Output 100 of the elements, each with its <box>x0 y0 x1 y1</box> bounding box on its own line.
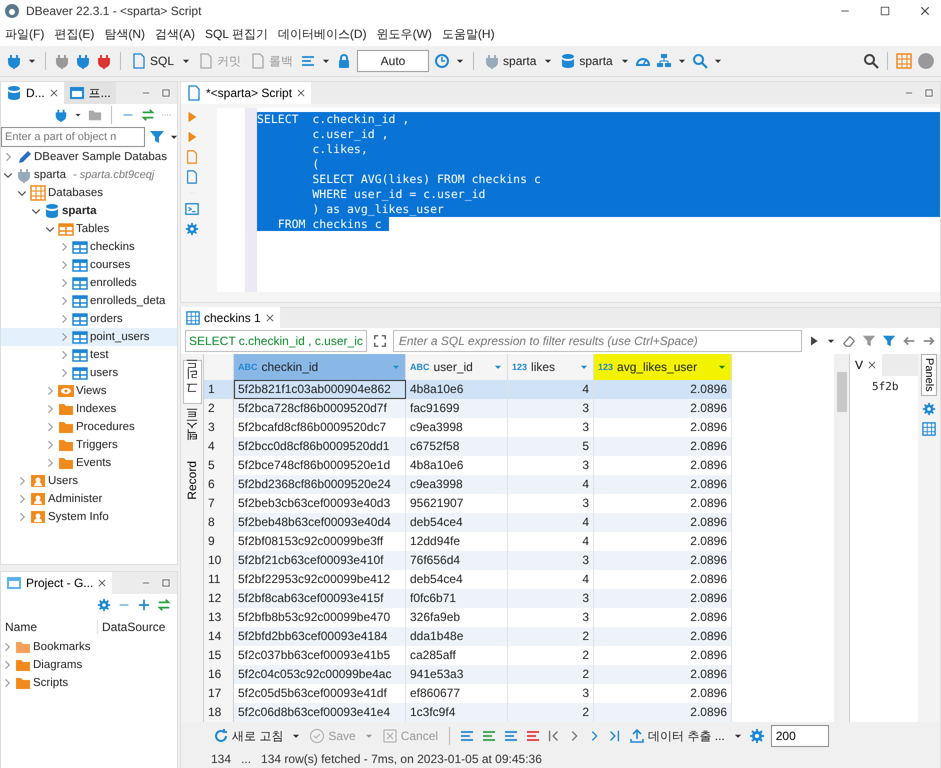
filter-icon[interactable] <box>862 334 876 348</box>
column-header[interactable]: 123 likes <box>508 354 594 380</box>
link-icon[interactable] <box>141 108 155 122</box>
tree-item[interactable]: Databases <box>1 184 177 202</box>
close-icon[interactable] <box>919 5 931 17</box>
tree-item[interactable]: courses <box>1 256 177 274</box>
delete-row-icon[interactable] <box>525 728 542 744</box>
tree-item[interactable]: Indexes <box>1 400 177 418</box>
history-icon[interactable] <box>434 53 450 69</box>
column-header[interactable]: ABC user_id <box>406 354 508 380</box>
tree-item[interactable]: checkins <box>1 238 177 256</box>
folder-add-icon[interactable] <box>88 108 102 122</box>
panels-tab[interactable]: Panels <box>921 354 937 396</box>
terminal-icon[interactable] <box>185 202 199 216</box>
schema-selector[interactable]: sparta <box>558 53 615 69</box>
format-icon[interactable] <box>300 53 316 69</box>
close-icon[interactable] <box>48 88 59 98</box>
view-tab[interactable]: Record <box>185 458 199 503</box>
settings-icon[interactable] <box>922 402 936 416</box>
tree-item[interactable]: Triggers <box>1 436 177 454</box>
object-filter-field[interactable]: Enter a part of object n <box>1 127 145 147</box>
project-tab[interactable]: Project - G... <box>1 572 112 594</box>
tree-item[interactable]: Bookmarks <box>1 638 177 656</box>
menu-item[interactable]: 검색(A) <box>150 26 200 42</box>
search-icon[interactable] <box>863 53 879 69</box>
script-run-icon[interactable] <box>185 150 199 164</box>
scrollbar[interactable] <box>834 354 849 722</box>
plug-add-icon[interactable] <box>6 53 22 69</box>
menu-item[interactable]: 데이터베이스(D) <box>272 26 372 42</box>
tree-item[interactable]: sparta - sparta.cbt9ceqj <box>1 166 177 184</box>
editor-tab[interactable]: *<sparta> Script <box>181 82 312 104</box>
settings-icon[interactable] <box>97 598 111 612</box>
maximize-icon[interactable] <box>924 88 934 98</box>
tree-item[interactable]: test <box>1 346 177 364</box>
tree-item[interactable]: enrolleds_deta <box>1 292 177 310</box>
view-tab[interactable]: 그리드 <box>182 360 202 404</box>
datasource-selector[interactable]: sparta <box>482 53 538 69</box>
close-icon[interactable] <box>296 88 306 98</box>
close-icon[interactable] <box>97 578 108 588</box>
column-header[interactable]: 123 avg_likes_user <box>594 354 732 380</box>
tree-item[interactable]: users <box>1 364 177 382</box>
maximize-icon[interactable] <box>161 578 171 588</box>
tree-item[interactable]: Users <box>1 472 177 490</box>
tree-item[interactable]: System Info <box>1 508 177 526</box>
menu-item[interactable]: 탐색(N) <box>99 26 150 42</box>
tree-item[interactable]: Diagrams <box>1 656 177 674</box>
refresh-button[interactable]: 새로 고침 <box>211 728 286 744</box>
settings-icon[interactable] <box>748 728 765 744</box>
menu-item[interactable]: 파일(F) <box>0 26 50 42</box>
avatar-icon[interactable] <box>917 52 935 70</box>
menu-item[interactable]: 편집(E) <box>49 26 100 42</box>
maximize-icon[interactable] <box>879 5 891 17</box>
copy-row-icon[interactable] <box>503 728 520 744</box>
tree-item[interactable]: Scripts <box>1 674 177 692</box>
panel-tab[interactable]: D... <box>1 82 64 104</box>
tree-item[interactable]: Administer <box>1 490 177 508</box>
tree-item[interactable]: Views <box>1 382 177 400</box>
menu-item[interactable]: SQL 편집기 <box>200 26 273 42</box>
tree-item[interactable]: point_users <box>1 328 177 346</box>
fetch-size-field[interactable]: 200 <box>770 725 829 747</box>
grid-icon[interactable] <box>922 422 936 436</box>
panel-tab[interactable]: 프... <box>64 82 116 104</box>
expand-icon[interactable] <box>372 334 387 348</box>
export-button[interactable]: 데이터 추출 ... <box>627 728 727 744</box>
view-tab[interactable]: 텍스트 <box>184 410 200 452</box>
tree-item[interactable]: Events <box>1 454 177 472</box>
perspective-icon[interactable] <box>896 53 912 69</box>
add-row-icon[interactable] <box>481 728 498 744</box>
column-header[interactable]: ABC checkin_id <box>234 354 406 380</box>
filter-icon[interactable] <box>882 334 896 348</box>
plug-refresh-icon[interactable] <box>75 53 91 69</box>
tree-item[interactable]: Tables <box>1 220 177 238</box>
menu-item[interactable]: 도움말(H) <box>436 26 500 42</box>
filter-icon[interactable] <box>149 129 165 145</box>
tree-item[interactable]: sparta <box>1 202 177 220</box>
forward-icon[interactable] <box>922 334 936 348</box>
maximize-icon[interactable] <box>161 88 171 98</box>
sql-button[interactable]: SQL <box>129 53 176 69</box>
tree-item[interactable]: DBeaver Sample Databas <box>1 148 177 166</box>
tree-item[interactable]: Procedures <box>1 418 177 436</box>
close-icon[interactable] <box>867 360 878 370</box>
link-icon[interactable] <box>157 598 171 612</box>
explain-icon[interactable] <box>185 170 199 184</box>
results-tab[interactable]: checkins 1 <box>181 307 280 329</box>
add-icon[interactable] <box>137 598 151 612</box>
back-icon[interactable] <box>902 334 916 348</box>
transaction-mode-field[interactable]: Auto <box>357 50 430 72</box>
plug-disconnect-icon[interactable] <box>96 53 112 69</box>
tree-item[interactable]: enrolleds <box>1 274 177 292</box>
last-page-icon[interactable] <box>607 729 622 743</box>
menu-item[interactable]: 윈도우(W) <box>372 26 437 42</box>
tree-icon[interactable] <box>656 53 672 69</box>
tree-item[interactable]: orders <box>1 310 177 328</box>
apply-icon[interactable] <box>808 335 820 347</box>
edit-row-icon[interactable] <box>459 728 476 744</box>
close-icon[interactable] <box>264 313 275 323</box>
value-panel-tab[interactable]: V <box>850 354 882 376</box>
filter-field[interactable]: Enter a SQL expression to filter results (use Ctrl+Space) <box>392 330 802 352</box>
plug-icon[interactable] <box>54 53 70 69</box>
plug-add-icon[interactable] <box>54 108 68 122</box>
